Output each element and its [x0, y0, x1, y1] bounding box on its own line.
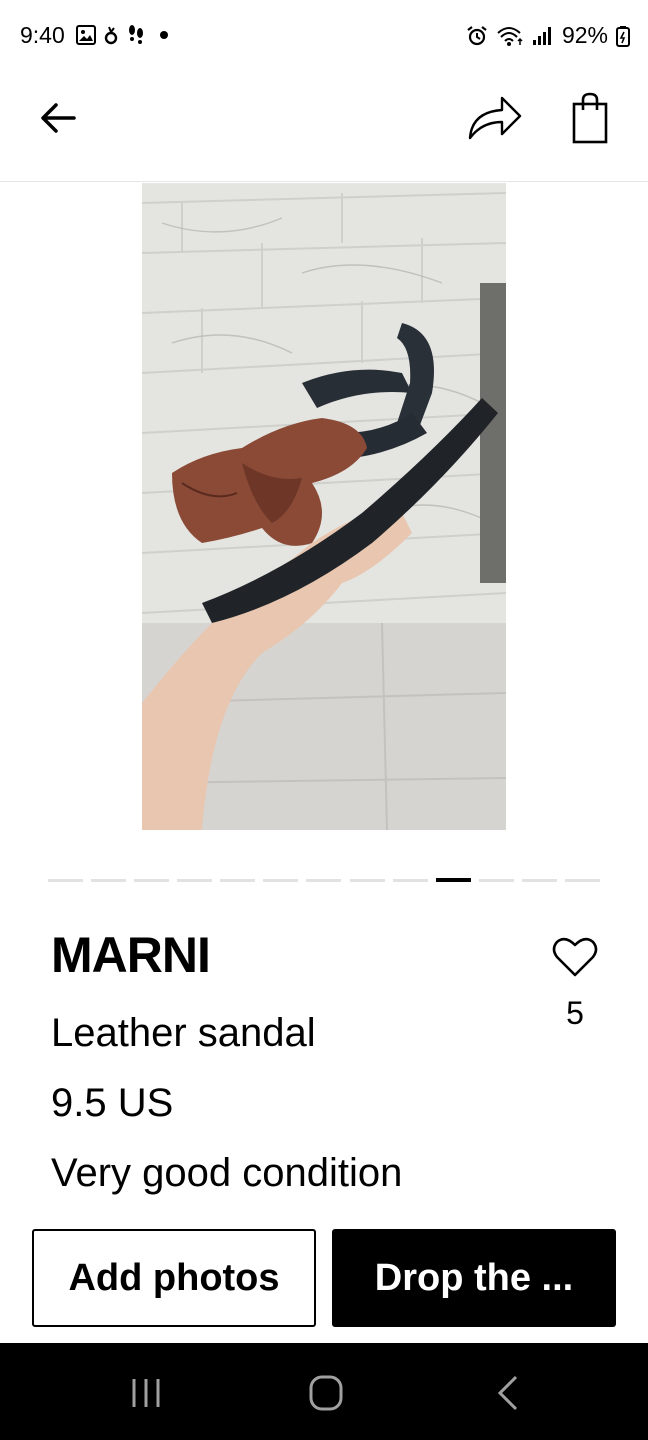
heart-icon [552, 937, 598, 977]
brand-name: MARNI [51, 927, 211, 983]
carousel-dot[interactable] [134, 879, 170, 882]
arrow-left-icon [41, 103, 76, 133]
product-name: Leather sandal [51, 1011, 316, 1055]
status-time: 9:40 [20, 22, 65, 48]
dot-icon [160, 31, 168, 39]
battery-percent: 92% [561, 22, 608, 48]
gallery-icon [76, 25, 96, 45]
app-header [0, 72, 648, 182]
like-button[interactable] [552, 936, 598, 978]
home-icon [309, 1375, 343, 1411]
carousel-dot-active[interactable] [435, 878, 471, 882]
wifi-icon [497, 26, 523, 46]
product-condition: Very good condition [51, 1151, 403, 1195]
home-button[interactable] [304, 1371, 348, 1415]
product-photo [142, 183, 506, 830]
recents-button[interactable] [124, 1371, 168, 1415]
status-left-icons [76, 24, 174, 46]
signal-icon [532, 26, 551, 45]
drop-button[interactable]: Drop the ... [332, 1229, 616, 1327]
carousel-dot[interactable] [220, 879, 256, 882]
image-carousel-indicators[interactable] [48, 878, 600, 884]
carousel-dot[interactable] [177, 879, 213, 882]
carousel-dot[interactable] [91, 879, 127, 882]
carousel-dot[interactable] [521, 879, 557, 882]
carousel-dot[interactable] [263, 879, 299, 882]
alarm-icon [467, 25, 487, 45]
battery-icon [616, 25, 630, 47]
add-photos-button[interactable]: Add photos [32, 1229, 316, 1327]
back-button[interactable] [34, 94, 82, 142]
shopping-bag-icon [572, 92, 608, 144]
footprints-icon [129, 25, 143, 44]
carousel-dot[interactable] [392, 879, 428, 882]
share-arrow-icon [468, 96, 522, 140]
share-button[interactable] [466, 92, 524, 144]
carousel-dot[interactable] [564, 879, 600, 882]
carousel-dot[interactable] [306, 879, 342, 882]
system-nav-bar [0, 1343, 648, 1440]
shopping-bag-button[interactable] [566, 90, 614, 146]
carousel-dot[interactable] [48, 879, 83, 882]
status-right-icons: 92% [466, 22, 630, 49]
notification-icon [104, 26, 118, 45]
carousel-dot[interactable] [349, 879, 385, 882]
status-bar: 9:40 92% [0, 0, 648, 72]
like-count: 5 [566, 995, 584, 1031]
recents-icon [132, 1379, 160, 1407]
product-image[interactable] [142, 183, 506, 830]
nav-back-button[interactable] [486, 1371, 530, 1415]
carousel-dot[interactable] [478, 879, 514, 882]
product-size: 9.5 US [51, 1081, 174, 1125]
nav-back-icon [497, 1375, 518, 1411]
